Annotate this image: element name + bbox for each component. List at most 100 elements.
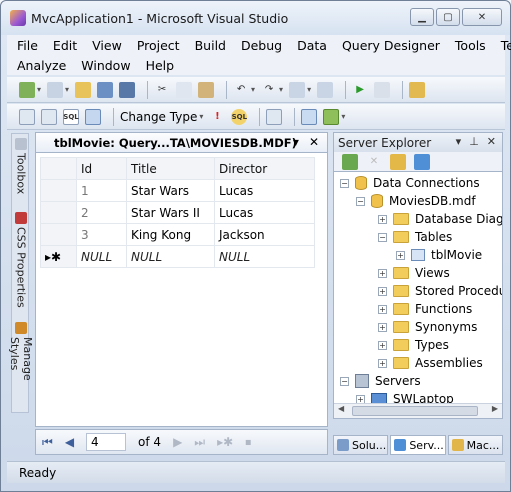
expand-icon[interactable]: + bbox=[378, 358, 387, 368]
css-properties-tab[interactable]: CSS Properties bbox=[12, 210, 30, 320]
chevron-down-icon[interactable]: ▾ bbox=[37, 85, 41, 94]
cell-title[interactable]: King Kong bbox=[126, 223, 215, 246]
cell-director[interactable]: NULL bbox=[214, 245, 315, 268]
menu-debug[interactable]: Debug bbox=[241, 38, 282, 53]
tab-solution-explorer[interactable]: Solu... bbox=[333, 435, 389, 455]
toolbox-tab[interactable]: Toolbox bbox=[12, 136, 30, 206]
paste-icon[interactable] bbox=[198, 81, 215, 98]
row-selector[interactable] bbox=[40, 223, 77, 246]
menu-help[interactable]: Help bbox=[146, 58, 175, 73]
undo-icon[interactable]: ↶ bbox=[233, 82, 249, 98]
sql-pane-icon[interactable]: SQL bbox=[63, 108, 79, 125]
tree-node-tblmovie[interactable]: + tblMovie bbox=[396, 246, 482, 264]
new-record-icon[interactable]: ▸✱ bbox=[217, 435, 233, 449]
tab-macro-explorer[interactable]: Mac... bbox=[447, 435, 503, 455]
tree-node-types[interactable]: + Types bbox=[378, 336, 449, 354]
collapse-icon[interactable]: − bbox=[340, 376, 349, 386]
new-row[interactable]: ▸✱ NULL NULL NULL bbox=[40, 245, 315, 268]
verify-sql-icon[interactable]: SQL bbox=[231, 108, 248, 125]
chevron-down-icon[interactable]: ▾ bbox=[199, 112, 203, 121]
menu-tools[interactable]: Tools bbox=[455, 38, 486, 53]
current-record-input[interactable]: 4 bbox=[86, 433, 127, 451]
copy-icon[interactable] bbox=[176, 81, 193, 98]
new-project-icon[interactable] bbox=[19, 81, 35, 98]
cell-id[interactable]: 1 bbox=[76, 179, 127, 202]
tree-node-stored-procedures[interactable]: + Stored Procedu bbox=[378, 282, 502, 300]
diagram-pane-icon[interactable] bbox=[19, 108, 35, 125]
tree-node-views[interactable]: + Views bbox=[378, 264, 450, 282]
expand-icon[interactable]: + bbox=[378, 340, 387, 350]
tree-node-tables[interactable]: − Tables bbox=[378, 228, 452, 246]
connect-to-server-icon[interactable] bbox=[414, 153, 430, 170]
cell-title[interactable]: NULL bbox=[126, 245, 215, 268]
results-pane-icon[interactable] bbox=[85, 108, 101, 125]
stop-icon[interactable]: ⏹ bbox=[245, 435, 251, 450]
redo-icon[interactable]: ↷ bbox=[261, 82, 277, 98]
collapse-icon[interactable]: − bbox=[340, 178, 349, 188]
open-file-icon[interactable] bbox=[75, 81, 92, 98]
menu-view[interactable]: View bbox=[92, 38, 122, 53]
save-all-icon[interactable] bbox=[119, 81, 136, 98]
execute-sql-icon[interactable]: ! bbox=[209, 109, 225, 125]
expand-icon[interactable]: + bbox=[396, 250, 405, 260]
tree-node-functions[interactable]: + Functions bbox=[378, 300, 472, 318]
scroll-left-icon[interactable]: ◀ bbox=[338, 404, 344, 413]
menu-edit[interactable]: Edit bbox=[53, 38, 77, 53]
stop-refresh-icon[interactable]: ✕ bbox=[366, 154, 382, 170]
criteria-pane-icon[interactable] bbox=[41, 108, 57, 125]
connect-to-database-icon[interactable] bbox=[390, 153, 406, 170]
document-tab[interactable]: tblMovie: Query...TA\MOVIESDB.MDF) ▾ ✕ bbox=[35, 132, 328, 152]
cell-title[interactable]: Star Wars bbox=[126, 179, 215, 202]
column-header-id[interactable]: Id bbox=[76, 157, 127, 180]
maximize-button[interactable]: ▢ bbox=[436, 8, 460, 26]
start-debugging-icon[interactable]: ▶ bbox=[352, 82, 368, 98]
row-selector[interactable] bbox=[40, 179, 77, 202]
refresh-icon[interactable] bbox=[342, 153, 358, 170]
tree-node-database-diagrams[interactable]: + Database Diagr bbox=[378, 210, 502, 228]
minimize-button[interactable]: ▁ bbox=[410, 8, 434, 26]
cell-id[interactable]: 2 bbox=[76, 201, 127, 224]
previous-record-icon[interactable]: ◀ bbox=[65, 435, 74, 449]
add-table-icon[interactable] bbox=[301, 108, 318, 125]
cut-icon[interactable]: ✂ bbox=[154, 82, 170, 98]
cell-director[interactable]: Lucas bbox=[214, 201, 315, 224]
horizontal-scrollbar[interactable]: ◀ ▶ bbox=[334, 403, 502, 418]
menu-test[interactable]: Test bbox=[501, 38, 511, 53]
navigate-backward-icon[interactable] bbox=[289, 81, 306, 98]
add-new-derived-table-icon[interactable] bbox=[323, 108, 340, 125]
chevron-down-icon[interactable]: ▾ bbox=[251, 85, 255, 94]
save-icon[interactable] bbox=[97, 81, 114, 98]
manage-styles-tab[interactable]: Manage Styles bbox=[8, 320, 34, 414]
table-row[interactable]: 2 Star Wars II Lucas bbox=[40, 201, 315, 224]
menu-query-designer[interactable]: Query Designer bbox=[342, 38, 440, 53]
expand-icon[interactable]: + bbox=[378, 268, 387, 278]
close-icon[interactable]: ✕ bbox=[487, 135, 496, 148]
first-record-icon[interactable]: ⏮ bbox=[42, 435, 53, 450]
close-button[interactable]: ✕ bbox=[462, 8, 502, 26]
table-row[interactable]: 3 King Kong Jackson bbox=[40, 223, 315, 246]
properties-icon[interactable] bbox=[409, 81, 426, 98]
last-record-icon[interactable]: ⏭ bbox=[194, 435, 205, 450]
menu-data[interactable]: Data bbox=[297, 38, 327, 53]
window-position-icon[interactable]: ▾ bbox=[456, 135, 462, 148]
tree-node-servers[interactable]: − Servers bbox=[340, 372, 421, 390]
find-icon[interactable] bbox=[374, 81, 391, 98]
group-by-icon[interactable] bbox=[266, 108, 283, 125]
cell-director[interactable]: Jackson bbox=[214, 223, 315, 246]
pin-icon[interactable]: ⊥ bbox=[469, 135, 479, 148]
new-row-marker[interactable]: ▸✱ bbox=[40, 245, 77, 268]
navigate-forward-icon[interactable] bbox=[317, 81, 334, 98]
cell-title[interactable]: Star Wars II bbox=[126, 201, 215, 224]
chevron-down-icon[interactable]: ▾ bbox=[279, 85, 283, 94]
row-selector[interactable] bbox=[40, 201, 77, 224]
menu-project[interactable]: Project bbox=[137, 38, 180, 53]
scrollbar-thumb[interactable] bbox=[352, 406, 478, 416]
cell-director[interactable]: Lucas bbox=[214, 179, 315, 202]
menu-file[interactable]: File bbox=[17, 38, 38, 53]
expand-icon[interactable]: + bbox=[378, 286, 387, 296]
tab-server-explorer[interactable]: Serv... bbox=[390, 435, 446, 455]
collapse-icon[interactable]: − bbox=[378, 232, 387, 242]
close-document-icon[interactable]: ✕ bbox=[309, 135, 319, 149]
column-header-director[interactable]: Director bbox=[214, 157, 315, 180]
tab-list-dropdown-icon[interactable]: ▾ bbox=[293, 135, 299, 149]
